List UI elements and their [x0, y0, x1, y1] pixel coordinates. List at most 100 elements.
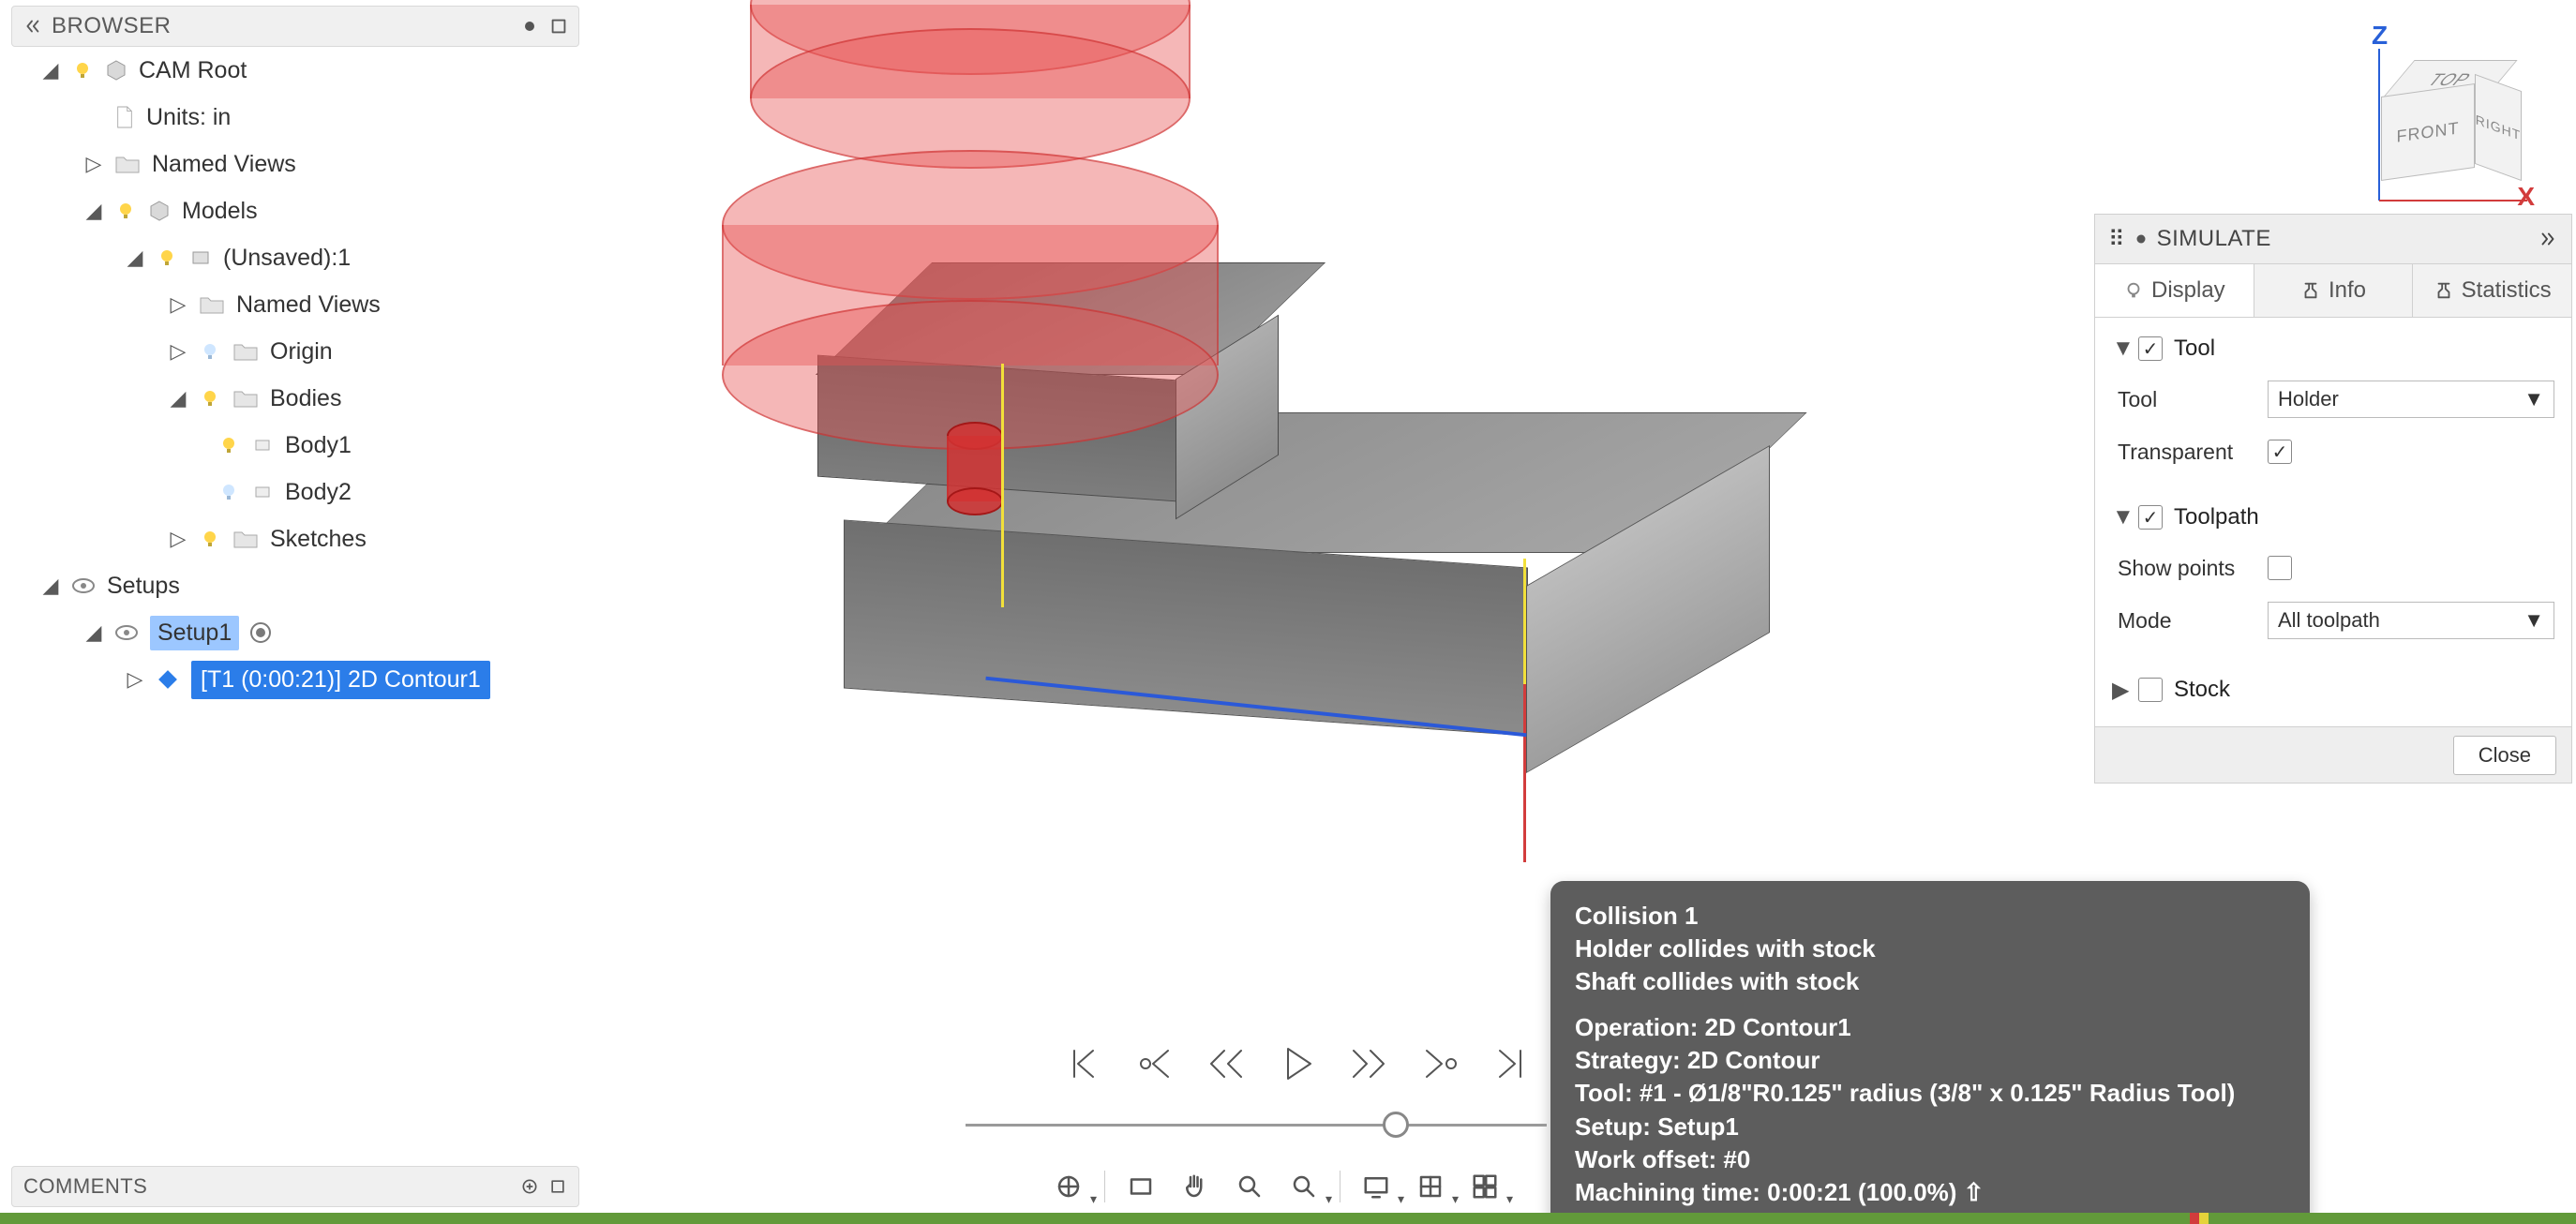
tree-row-origin[interactable]: ▷ Origin [11, 328, 579, 375]
play-button[interactable] [1275, 1041, 1320, 1086]
expand-right-icon[interactable] [2538, 229, 2558, 249]
select-mode[interactable]: All toolpath ▼ [2268, 602, 2554, 639]
checkbox-tool[interactable]: ✓ [2138, 336, 2163, 361]
chevron-down-icon[interactable]: ▼ [2112, 336, 2127, 362]
collision-marker[interactable] [2190, 1213, 2199, 1224]
playback-bar [1044, 1023, 1550, 1104]
expander-icon[interactable]: ◢ [84, 199, 103, 223]
progress-strip[interactable] [0, 1213, 2576, 1224]
bulb-icon[interactable] [71, 59, 94, 82]
timeline-slider[interactable] [966, 1112, 1547, 1140]
view-cube-faces[interactable]: TOP FRONT RIGHT [2381, 62, 2512, 184]
bulb-icon[interactable] [199, 528, 221, 550]
eye-icon[interactable] [114, 620, 139, 645]
expander-icon[interactable]: ◢ [84, 620, 103, 645]
tree-row-body2[interactable]: Body2 [11, 469, 579, 515]
prev-op-button[interactable] [1132, 1041, 1177, 1086]
viewcube-right[interactable]: RIGHT [2475, 74, 2522, 181]
forward-button[interactable] [1346, 1041, 1391, 1086]
chevron-down-icon: ▾ [1452, 1191, 1459, 1207]
tree-row-namedviews2[interactable]: ▷ Named Views [11, 281, 579, 328]
tooltip-line: Strategy: 2D Contour [1575, 1046, 1820, 1074]
tree-label: Models [182, 198, 258, 225]
display-button[interactable]: ▾ [1357, 1168, 1395, 1205]
viewports-button[interactable]: ▾ [1466, 1168, 1504, 1205]
viewcube-front[interactable]: FRONT [2381, 83, 2475, 181]
expander-icon[interactable]: ◢ [41, 574, 60, 598]
timeline-knob[interactable] [1383, 1112, 1409, 1138]
warning-marker[interactable] [2199, 1213, 2209, 1224]
tree-row-models[interactable]: ◢ Models [11, 187, 579, 234]
tree-row-units[interactable]: Units: in [11, 94, 579, 141]
tree-row-namedviews[interactable]: ▷ Named Views [11, 141, 579, 187]
tree-row-operation[interactable]: ▷ [T1 (0:00:21)] 2D Contour1 [11, 656, 579, 703]
expander-icon[interactable]: ▷ [169, 339, 187, 364]
section-tool[interactable]: ▼ ✓ Tool [2112, 327, 2554, 370]
lookat-button[interactable] [1122, 1168, 1160, 1205]
bulb-off-icon[interactable] [217, 481, 240, 503]
add-comment-icon[interactable] [520, 1177, 539, 1196]
expander-icon[interactable]: ▷ [126, 667, 144, 692]
section-toolpath[interactable]: ▼ ✓ Toolpath [2112, 496, 2554, 539]
tree-label: Body1 [285, 432, 352, 459]
collapse-left-icon[interactable] [22, 16, 42, 37]
chevron-down-icon: ▾ [1506, 1191, 1513, 1207]
bulb-icon[interactable] [217, 434, 240, 456]
skip-end-button[interactable] [1489, 1041, 1534, 1086]
zoom-button[interactable] [1231, 1168, 1268, 1205]
tree-row-bodies[interactable]: ◢ Bodies [11, 375, 579, 422]
tree-row-setups[interactable]: ◢ Setups [11, 562, 579, 609]
select-tool[interactable]: Holder ▼ [2268, 381, 2554, 418]
expander-icon[interactable]: ◢ [41, 58, 60, 82]
checkbox-transparent[interactable]: ✓ [2268, 440, 2292, 464]
checkbox-toolpath[interactable]: ✓ [2138, 505, 2163, 530]
tab-display[interactable]: Display [2095, 264, 2254, 317]
bulb-off-icon[interactable] [199, 340, 221, 363]
checkbox-showpoints[interactable] [2268, 556, 2292, 580]
simulate-footer: Close [2094, 727, 2572, 784]
skip-start-button[interactable] [1061, 1041, 1106, 1086]
tree-row-setup1[interactable]: ◢ Setup1 [11, 609, 579, 656]
checkbox-stock[interactable] [2138, 678, 2163, 702]
expander-icon[interactable]: ▷ [84, 152, 103, 176]
comments-header[interactable]: COMMENTS [11, 1166, 579, 1207]
collapse-icon[interactable] [2133, 231, 2149, 247]
grid-button[interactable]: ▾ [1412, 1168, 1449, 1205]
tree-row-sketches[interactable]: ▷ Sketches [11, 515, 579, 562]
tree-row-root[interactable]: ◢ CAM Root [11, 47, 579, 94]
orbit-button[interactable]: ▾ [1050, 1168, 1087, 1205]
tree-row-body1[interactable]: Body1 [11, 422, 579, 469]
tree-row-unsaved[interactable]: ◢ (Unsaved):1 [11, 234, 579, 281]
expander-icon[interactable]: ◢ [126, 246, 144, 270]
close-button[interactable]: Close [2453, 736, 2556, 775]
expander-icon[interactable]: ▷ [169, 527, 187, 551]
simulate-header[interactable]: ⠿ SIMULATE [2094, 214, 2572, 264]
tooltip-line: Tool: #1 - Ø1/8"R0.125" radius (3/8" x 0… [1575, 1079, 2235, 1107]
tab-info[interactable]: Info [2254, 264, 2414, 317]
expand-panel-icon[interactable] [548, 1177, 567, 1196]
zoom-fit-button[interactable]: ▾ [1285, 1168, 1323, 1205]
drag-handle-icon[interactable]: ⠿ [2108, 226, 2125, 253]
bulb-icon[interactable] [199, 387, 221, 410]
browser-header[interactable]: BROWSER [11, 6, 579, 47]
tree-label: Sketches [270, 526, 367, 553]
expander-icon[interactable]: ◢ [169, 386, 187, 410]
pan-button[interactable] [1176, 1168, 1214, 1205]
bulb-icon[interactable] [114, 200, 137, 222]
chevron-down-icon[interactable]: ▼ [2112, 504, 2127, 530]
expander-icon[interactable]: ▷ [169, 292, 187, 317]
chevron-right-icon[interactable]: ▶ [2112, 677, 2127, 704]
tab-statistics[interactable]: Statistics [2413, 264, 2571, 317]
expand-panel-icon[interactable] [548, 16, 569, 37]
info-icon [2300, 280, 2321, 301]
rewind-button[interactable] [1204, 1041, 1249, 1086]
radio-active-icon[interactable] [250, 622, 271, 643]
section-stock[interactable]: ▶ Stock [2112, 668, 2554, 711]
eye-icon[interactable] [71, 574, 96, 598]
next-op-button[interactable] [1417, 1041, 1462, 1086]
bulb-icon[interactable] [156, 246, 178, 269]
view-cube[interactable]: Z X TOP FRONT RIGHT [2344, 24, 2531, 212]
minimize-icon[interactable] [520, 17, 539, 36]
tooltip-line: Holder collides with stock [1575, 934, 1876, 963]
tree-label: Body2 [285, 479, 352, 506]
